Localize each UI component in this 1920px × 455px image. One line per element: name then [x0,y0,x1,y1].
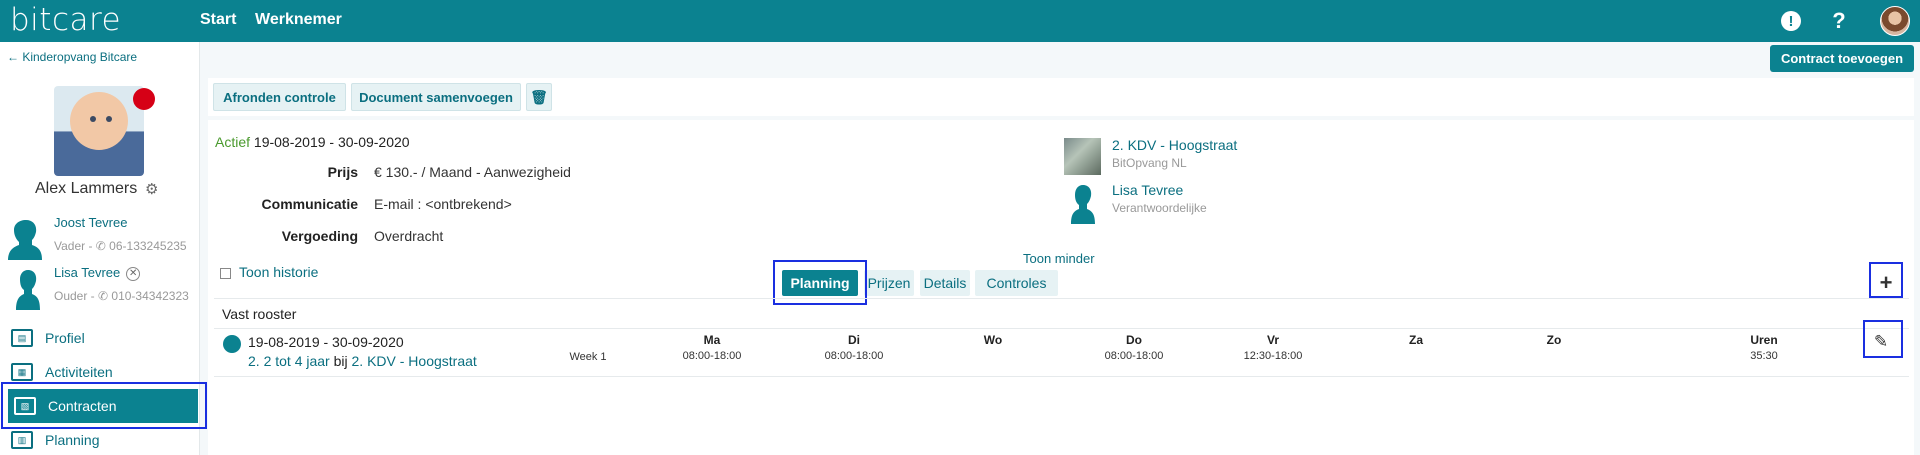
day-header: Do [1126,333,1142,347]
sidebar-item-profiel[interactable]: ▤ Profiel [0,323,200,353]
child-photo [54,86,144,176]
child-eye-right [106,116,112,122]
field-label: Prijs [327,164,358,180]
field-label: Vergoeding [281,228,358,244]
field-value: Overdracht [374,228,444,244]
help-icon[interactable]: ? [1827,8,1851,33]
group-joiner: bij [333,353,348,369]
nav-start[interactable]: Start [200,11,236,29]
day-header: Vr [1266,333,1279,347]
finish-check-button[interactable]: Afronden controle [213,83,346,111]
parent-name-text[interactable]: Lisa Tevree [54,265,120,280]
document-icon: ▧ [14,397,36,415]
responsible-role: Verantwoordelijke [1112,201,1207,215]
child-name: Alex Lammers [35,180,138,197]
parent-role-phone: Ouder - ✆ 010-34342323 [54,289,189,303]
status-active-label: Actief [215,134,251,150]
day-time: 08:00-18:00 [824,350,884,362]
add-contract-button[interactable]: Contract toevoegen [1770,45,1914,72]
parent-role-phone: Vader - ✆ 06-133245235 [54,239,187,253]
tab-details[interactable]: Details [920,270,970,296]
hours-value: 35:30 [1750,350,1778,362]
parent-name[interactable]: Lisa Tevree ✕ [54,265,141,281]
nav-werknemer[interactable]: Werknemer [255,11,342,29]
show-history-checkbox[interactable] [220,268,231,279]
calendar-icon: ▥ [11,431,33,449]
contract-card: Actief 19-08-2019 - 30-09-2020 Prijs € 1… [208,120,1914,455]
sidebar-item-label: Planning [45,432,100,448]
settings-gear-icon[interactable]: ⚙ [145,180,158,198]
sidebar-item-label: Contracten [48,398,117,414]
remove-parent-icon[interactable]: ✕ [126,267,141,281]
location-organisation: BitOpvang NL [1112,156,1187,170]
sidebar-item-planning[interactable]: ▥ Planning [0,425,200,455]
edit-pencil-icon[interactable]: ✎ [1870,332,1892,352]
merge-document-button[interactable]: Document samenvoegen [351,83,521,111]
sidebar-item-activiteiten[interactable]: ▦ Activiteiten [0,357,200,387]
bitcare-logo[interactable]: bitcare [10,2,121,38]
add-schedule-icon[interactable]: + [1876,270,1896,296]
status-indicator [133,88,155,110]
schedule-title: Vast rooster [222,306,297,322]
profile-card-icon: ▤ [11,329,33,347]
parent-item[interactable]: Joost Tevree Vader - ✆ 06-133245235 [0,212,200,262]
sidebar-item-contracten[interactable]: ▧ Contracten [8,389,198,423]
responsible-person-link[interactable]: Lisa Tevree [1112,182,1183,198]
action-toolbar: Afronden controle Document samenvoegen 🗑 [208,78,1914,116]
divider [214,298,1909,299]
trash-icon[interactable]: 🗑 [526,83,552,111]
field-value: E-mail : <ontbrekend> [374,196,512,212]
field-label: Communicatie [261,196,358,212]
tab-planning[interactable]: Planning [782,270,858,296]
divider [214,376,1909,377]
parent-name[interactable]: Joost Tevree [54,215,127,230]
schedule-status-dot [223,335,241,353]
location-thumbnail [1064,138,1101,175]
group-location-link[interactable]: 2. KDV - Hoogstraat [352,353,477,369]
schedule-period: 19-08-2019 - 30-09-2020 [248,334,404,350]
day-header: Ma [703,333,721,347]
hours-header: Uren [1750,333,1778,347]
child-eye-left [90,116,96,122]
contract-status-line: Actief 19-08-2019 - 30-09-2020 [215,134,410,150]
day-header: Zo [1546,333,1562,347]
show-history-label[interactable]: Toon historie [239,264,318,280]
child-face [70,92,128,150]
table-icon: ▦ [11,363,33,381]
person-silhouette-icon [8,220,42,260]
contract-period: 19-08-2019 - 30-09-2020 [253,134,410,150]
day-time: 12:30-18:00 [1243,350,1303,362]
alert-icon[interactable]: ! [1781,11,1801,31]
week-label: Week 1 [569,351,607,363]
sidebar-item-label: Profiel [45,330,85,346]
tab-prijzen[interactable]: Prijzen [864,270,914,296]
back-link-kinderopvang[interactable]: ← Kinderopvang Bitcare [7,50,137,64]
top-bar: bitcare Start Werknemer ! ? [0,0,1920,42]
sidebar: ← Kinderopvang Bitcare Alex Lammers ⚙ Jo… [0,42,207,455]
day-time: 08:00-18:00 [682,350,742,362]
user-avatar[interactable] [1880,6,1910,36]
schedule-group-line: 2. 2 tot 4 jaar bij 2. KDV - Hoogstraat [248,353,477,369]
person-silhouette-icon [16,270,40,310]
main-content: Contract toevoegen Afronden controle Doc… [203,42,1920,455]
tab-controles[interactable]: Controles [975,270,1058,296]
group-link[interactable]: 2. 2 tot 4 jaar [248,353,330,369]
location-link[interactable]: 2. KDV - Hoogstraat [1112,137,1237,153]
divider [214,328,1909,329]
field-value: € 130.- / Maand - Aanwezigheid [374,164,571,180]
sidebar-item-label: Activiteiten [45,364,113,380]
day-header: Za [1408,333,1423,347]
person-silhouette-icon [1071,185,1095,224]
day-time: 08:00-18:00 [1104,350,1164,362]
day-header: Di [848,333,860,347]
parent-item[interactable]: Lisa Tevree ✕ Ouder - ✆ 010-34342323 [0,262,200,312]
show-less-link[interactable]: Toon minder [1023,251,1095,266]
day-header: Wo [983,333,1003,347]
